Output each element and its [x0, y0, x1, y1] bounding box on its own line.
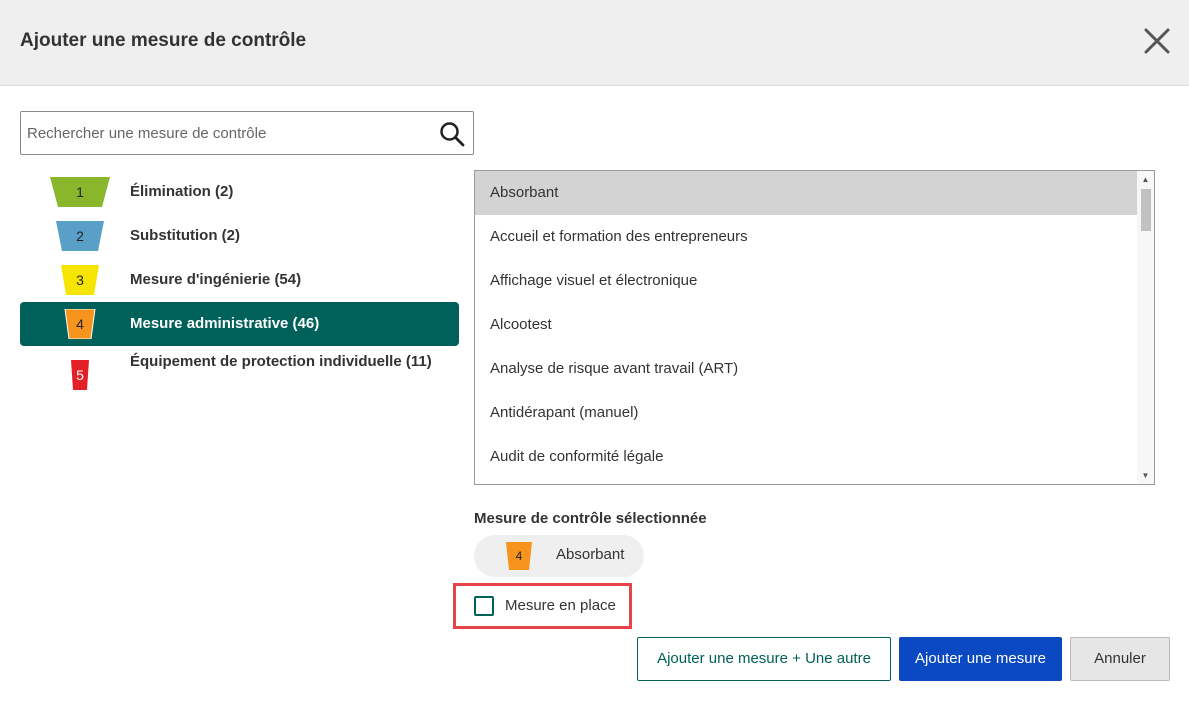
category-badge: 4	[50, 309, 110, 339]
search-icon[interactable]	[439, 121, 465, 147]
list-item[interactable]: Audit de conformité légale	[475, 435, 1137, 479]
list-item[interactable]: Antidérapant (manuel)	[475, 391, 1137, 435]
list-item[interactable]: Accueil et formation des entrepreneurs	[475, 215, 1137, 259]
scroll-down-arrow-icon[interactable]: ▼	[1137, 467, 1154, 484]
mesure-en-place-checkbox[interactable]	[474, 596, 494, 616]
close-icon	[1144, 28, 1170, 54]
selected-measure-title: Mesure de contrôle sélectionnée	[474, 510, 707, 527]
category-badge: 2	[50, 221, 110, 251]
category-elimination[interactable]: 1 Élimination (2)	[20, 170, 459, 214]
close-button[interactable]	[1140, 24, 1174, 58]
list-item[interactable]: Analyse de risque avant travail (ART)	[475, 347, 1137, 391]
category-label: Substitution (2)	[130, 227, 240, 244]
category-mesure-ingenierie[interactable]: 3 Mesure d'ingénierie (54)	[20, 258, 459, 302]
category-label: Élimination (2)	[130, 183, 234, 200]
list-item[interactable]: Absorbant	[475, 171, 1137, 215]
search-input[interactable]	[27, 112, 427, 154]
add-measure-button[interactable]: Ajouter une mesure	[899, 637, 1062, 681]
search-box	[20, 111, 474, 155]
category-badge: 3	[50, 265, 110, 295]
category-label: Mesure d'ingénierie (54)	[130, 271, 302, 288]
dialog-header: Ajouter une mesure de contrôle	[0, 0, 1189, 86]
selected-measure-badge: 4	[504, 542, 534, 570]
scroll-up-arrow-icon[interactable]: ▲	[1137, 171, 1154, 188]
scrollbar-thumb[interactable]	[1141, 189, 1151, 231]
selected-measure-label: Absorbant	[556, 546, 625, 563]
scrollbar[interactable]: ▲ ▼	[1137, 171, 1154, 484]
mesure-en-place-label[interactable]: Mesure en place	[505, 597, 616, 614]
category-label: Équipement de protection individuelle (1…	[130, 353, 432, 370]
category-badge: 1	[50, 177, 110, 207]
measures-list[interactable]: Absorbant Accueil et formation des entre…	[474, 170, 1155, 485]
cancel-button[interactable]: Annuler	[1070, 637, 1170, 681]
category-substitution[interactable]: 2 Substitution (2)	[20, 214, 459, 258]
category-badge: 5	[50, 360, 110, 390]
category-epi[interactable]: 5 Équipement de protection individuelle …	[20, 346, 459, 404]
list-item[interactable]: Alcootest	[475, 303, 1137, 347]
list-item[interactable]: Affichage visuel et électronique	[475, 259, 1137, 303]
dialog-title: Ajouter une mesure de contrôle	[20, 30, 307, 51]
selected-measure-chip: 4 Absorbant	[474, 535, 644, 577]
category-mesure-administrative[interactable]: 4 Mesure administrative (46)	[20, 302, 459, 346]
category-label: Mesure administrative (46)	[130, 315, 320, 332]
add-another-button[interactable]: Ajouter une mesure + Une autre	[637, 637, 891, 681]
